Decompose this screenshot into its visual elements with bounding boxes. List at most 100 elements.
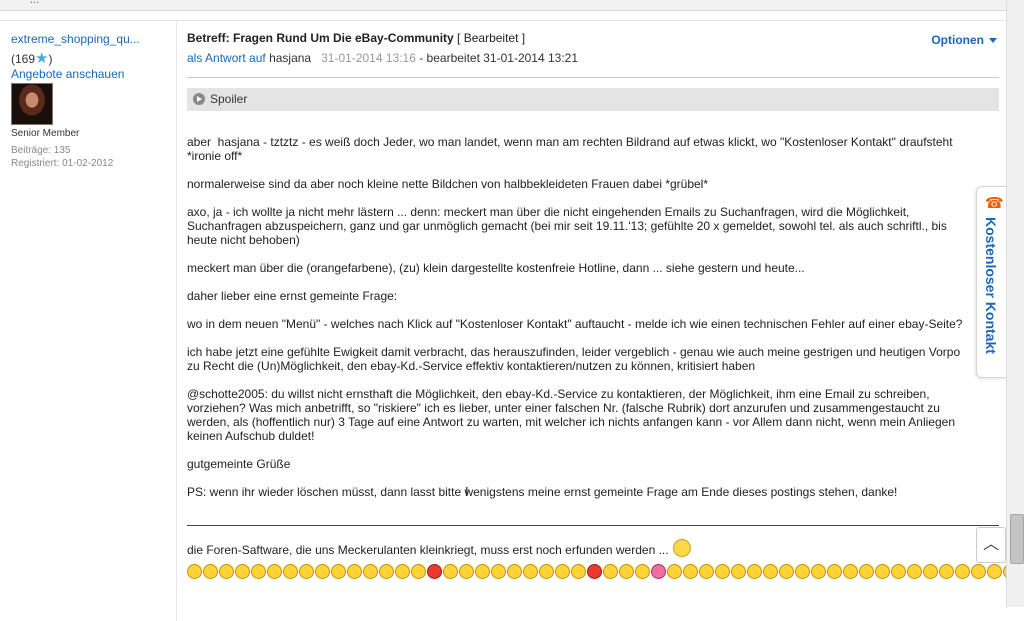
- author-registered: Registriert: 01-02-2012: [11, 158, 114, 169]
- author-rating[interactable]: (169★): [11, 49, 52, 67]
- phone-icon: ☎: [985, 195, 1004, 212]
- chevron-down-icon: [989, 38, 997, 44]
- scrollbar-thumb[interactable]: [1010, 514, 1024, 564]
- smiley-icon: [923, 564, 938, 579]
- post-paragraph: PS: wenn ihr wieder löschen müsst, dann …: [187, 485, 898, 499]
- spoiler-label: Spoiler: [210, 92, 248, 106]
- smiley-icon: [459, 564, 474, 579]
- post-paragraph: @schotte2005: du willst nicht ernsthaft …: [187, 387, 955, 443]
- previous-post-strip: ...: [0, 0, 1006, 11]
- forum-post: extreme_shopping_qu... (169★) Angebote a…: [0, 20, 1018, 621]
- smiley-icon: [251, 564, 266, 579]
- smiley-icon: [475, 564, 490, 579]
- text-cursor-icon: I: [465, 484, 469, 499]
- post-body: aber hasjana - tztztz - es weiß doch Jed…: [187, 135, 977, 513]
- view-offers-link[interactable]: Angebote anschauen: [11, 67, 124, 81]
- smiley-icon: [747, 564, 762, 579]
- smiley-icon: [875, 564, 890, 579]
- smiley-icon: [843, 564, 858, 579]
- smiley-icon: [315, 564, 330, 579]
- smiley-icon: [907, 564, 922, 579]
- post-content: Betreff: Fragen Rund Um Die eBay-Communi…: [187, 21, 1018, 621]
- scroll-to-top-button[interactable]: ︿: [976, 527, 1006, 563]
- smiley-icon: [635, 564, 650, 579]
- play-icon: [193, 93, 205, 105]
- post-paragraph: normalerweise sind da aber noch kleine n…: [187, 177, 709, 191]
- scrollbar[interactable]: [1006, 0, 1024, 607]
- divider: [187, 77, 999, 78]
- smiley-icon: [235, 564, 250, 579]
- smiley-icon: [539, 564, 554, 579]
- smiley-icon: [667, 564, 682, 579]
- chevron-up-icon: ︿: [982, 536, 999, 553]
- smiley-icon: [619, 564, 634, 579]
- reply-info: als Antwort auf hasjana 31-01-2014 13:16…: [187, 51, 578, 65]
- free-contact-label: Kostenloser Kontakt: [983, 217, 999, 354]
- post-paragraph: wo in dem neuen "Menü" - welches nach Kl…: [187, 317, 963, 331]
- smiley-icon: [427, 564, 442, 579]
- star-icon: ★: [35, 50, 49, 67]
- smiley-icon: [283, 564, 298, 579]
- author-panel: extreme_shopping_qu... (169★) Angebote a…: [0, 21, 177, 621]
- smiley-icon: [219, 564, 234, 579]
- reply-to-link[interactable]: als Antwort auf: [187, 51, 266, 65]
- smiley-icon: [203, 564, 218, 579]
- smiley-icon: [571, 564, 586, 579]
- smiley-icon: [507, 564, 522, 579]
- smiley-icon: [715, 564, 730, 579]
- smiley-icon: [795, 564, 810, 579]
- smiley-icon: [859, 564, 874, 579]
- free-contact-tab[interactable]: ☎ Kostenloser Kontakt: [976, 186, 1007, 378]
- smiley-icon: [587, 564, 602, 579]
- smiley-icon: [651, 564, 666, 579]
- smiley-icon: [411, 564, 426, 579]
- smiley-icon: [363, 564, 378, 579]
- edited-badge: [ Bearbeitet ]: [457, 31, 526, 45]
- smiley-icon: [187, 564, 202, 579]
- smiley-icon: [603, 564, 618, 579]
- edited-date: - bearbeitet 31-01-2014 13:21: [419, 51, 579, 65]
- rating-close: ): [48, 52, 53, 66]
- rating-value: (169: [11, 52, 36, 66]
- signature-divider: [187, 525, 999, 526]
- post-paragraph: ich habe jetzt eine gefühlte Ewigkeit da…: [187, 345, 961, 373]
- smiley-icon: [555, 564, 570, 579]
- post-paragraph: meckert man über die (orangefarbene), (z…: [187, 261, 805, 275]
- smiley-icon: [763, 564, 778, 579]
- smiley-icon: [347, 564, 362, 579]
- grin-smiley-icon: [672, 539, 691, 557]
- smiley-icon: [267, 564, 282, 579]
- smiley-icon: [891, 564, 906, 579]
- post-paragraph: daher lieber eine ernst gemeinte Frage:: [187, 289, 398, 303]
- smiley-icon: [811, 564, 826, 579]
- avatar[interactable]: [11, 83, 53, 125]
- signature-text: die Foren-Saftware, die uns Meckerulante…: [187, 543, 669, 557]
- spoiler-toggle[interactable]: Spoiler: [187, 88, 999, 111]
- author-posts-count: Beiträge: 135: [11, 145, 71, 156]
- smiley-icon: [491, 564, 506, 579]
- post-paragraph: aber hasjana - tztztz - es weiß doch Jed…: [187, 135, 953, 163]
- options-menu-button[interactable]: Optionen: [931, 33, 997, 47]
- smiley-icon: [395, 564, 410, 579]
- smiley-row: [187, 564, 1018, 579]
- post-paragraph: gutgemeinte Grüße: [187, 457, 291, 471]
- signature: die Foren-Saftware, die uns Meckerulante…: [187, 539, 691, 557]
- smiley-icon: [443, 564, 458, 579]
- smiley-icon: [939, 564, 954, 579]
- smiley-icon: [683, 564, 698, 579]
- smiley-icon: [987, 564, 1002, 579]
- smiley-icon: [731, 564, 746, 579]
- smiley-icon: [299, 564, 314, 579]
- subject-title: Betreff: Fragen Rund Um Die eBay-Communi…: [187, 31, 454, 45]
- smiley-icon: [827, 564, 842, 579]
- smiley-icon: [955, 564, 970, 579]
- post-paragraph: axo, ja - ich wollte ja nicht mehr läste…: [187, 205, 947, 247]
- author-name-link[interactable]: extreme_shopping_qu...: [11, 32, 140, 46]
- previous-post-fragment: ...: [30, 0, 40, 6]
- smiley-icon: [379, 564, 394, 579]
- smiley-icon: [971, 564, 986, 579]
- smiley-icon: [523, 564, 538, 579]
- reply-user[interactable]: hasjana: [269, 51, 311, 65]
- smiley-icon: [699, 564, 714, 579]
- post-date: 31-01-2014 13:16: [321, 51, 416, 65]
